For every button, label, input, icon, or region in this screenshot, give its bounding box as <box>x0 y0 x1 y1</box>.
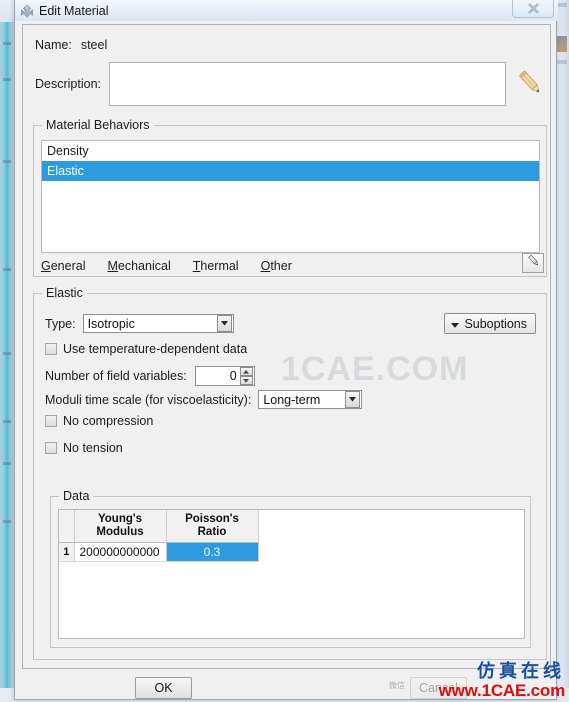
stepper-down-icon[interactable] <box>239 376 253 385</box>
pencil-icon[interactable] <box>517 69 545 99</box>
elastic-group-title: Elastic <box>42 286 87 300</box>
menu-item-other[interactable]: Other <box>261 259 292 273</box>
moduli-time-scale-value: Long-term <box>263 392 321 407</box>
cell-poissons-ratio[interactable]: 0.3 <box>166 542 259 562</box>
data-group-title: Data <box>59 489 94 503</box>
dialog-button-bar: OK Cancel <box>22 674 551 700</box>
edit-material-dialog: Edit Material Name: steel Description: M… <box>14 0 558 700</box>
no-tension-label: No tension <box>63 441 123 455</box>
pencil-icon <box>526 253 541 273</box>
material-name-label: Name: <box>35 38 72 52</box>
number-of-field-variables-label: Number of field variables: <box>45 369 187 383</box>
table-header-row: Young's Modulus Poisson's Ratio <box>59 510 259 543</box>
column-header-youngs-modulus[interactable]: Young's Modulus <box>74 510 167 543</box>
stepper-arrows[interactable] <box>239 367 253 385</box>
material-name-row: Name: steel <box>35 38 107 52</box>
description-label: Description: <box>35 77 101 91</box>
description-row: Description: <box>35 62 545 106</box>
desktop-background-right <box>556 0 569 702</box>
edit-behavior-button[interactable] <box>522 253 544 273</box>
moduli-time-scale-label: Moduli time scale (for viscoelasticity): <box>45 392 252 407</box>
chevron-down-icon <box>451 317 460 331</box>
elastic-type-value: Isotropic <box>87 316 135 331</box>
table-corner-cell <box>59 510 75 543</box>
menu-item-mechanical[interactable]: Mechanical <box>107 259 170 273</box>
behavior-menu-bar: General Mechanical Thermal Other <box>41 257 540 275</box>
menu-item-general[interactable]: General <box>41 259 85 273</box>
no-compression-checkbox[interactable]: No compression <box>45 414 153 428</box>
row-index: 1 <box>59 542 75 562</box>
elastic-type-label: Type: <box>45 316 76 331</box>
elastic-type-row: Type: Isotropic <box>45 314 234 333</box>
list-item[interactable]: Elastic <box>42 161 539 181</box>
dialog-titlebar[interactable]: Edit Material <box>15 0 558 21</box>
elastic-data-table[interactable]: Young's Modulus Poisson's Ratio 1 200000… <box>58 509 525 639</box>
dialog-client-area: Name: steel Description: Material Behavi… <box>22 24 551 669</box>
menu-item-thermal[interactable]: Thermal <box>193 259 239 273</box>
checkbox-box <box>45 343 57 355</box>
checkbox-box <box>45 415 57 427</box>
stepper-up-icon[interactable] <box>239 367 253 376</box>
no-compression-label: No compression <box>63 414 154 428</box>
material-behaviors-list[interactable]: Density Elastic <box>41 140 540 253</box>
checkbox-box <box>45 442 57 454</box>
material-behaviors-group-title: Material Behaviors <box>42 118 154 132</box>
elastic-type-select[interactable]: Isotropic <box>82 314 234 333</box>
material-name-value[interactable]: steel <box>81 38 107 52</box>
use-temperature-dependent-data-label: Use temperature-dependent data <box>63 342 248 356</box>
suboptions-label: Suboptions <box>464 316 527 331</box>
cancel-button[interactable]: Cancel <box>410 677 467 699</box>
number-of-field-variables-stepper[interactable]: 0 <box>194 366 255 386</box>
chevron-down-icon[interactable] <box>345 391 361 408</box>
moduli-time-scale-select[interactable]: Long-term <box>258 390 363 409</box>
suboptions-button[interactable]: Suboptions <box>444 313 536 334</box>
chevron-down-icon[interactable] <box>216 315 232 332</box>
table-row[interactable]: 1 200000000000 0.3 <box>59 542 259 562</box>
description-input[interactable] <box>109 62 506 106</box>
number-of-field-variables-value[interactable]: 0 <box>196 369 240 383</box>
abaqus-diamond-icon <box>18 2 36 20</box>
ok-button[interactable]: OK <box>135 677 192 699</box>
no-tension-checkbox[interactable]: No tension <box>45 441 123 455</box>
use-temperature-dependent-data-checkbox[interactable]: Use temperature-dependent data <box>45 342 247 356</box>
cell-youngs-modulus[interactable]: 200000000000 <box>74 542 167 562</box>
data-group: Data Young's Modulus Poisson's Ratio 1 2… <box>50 489 531 648</box>
list-item[interactable]: Density <box>42 141 539 161</box>
elastic-group: Elastic Type: Isotropic Suboptions Use t… <box>33 286 547 660</box>
material-behaviors-group: Material Behaviors Density Elastic Gener… <box>33 118 547 277</box>
number-of-field-variables-row: Number of field variables: 0 <box>45 366 255 386</box>
column-header-poissons-ratio[interactable]: Poisson's Ratio <box>166 510 259 543</box>
dialog-title: Edit Material <box>39 3 109 18</box>
moduli-time-scale-row: Moduli time scale (for viscoelasticity):… <box>45 390 363 409</box>
close-icon[interactable] <box>512 0 554 18</box>
